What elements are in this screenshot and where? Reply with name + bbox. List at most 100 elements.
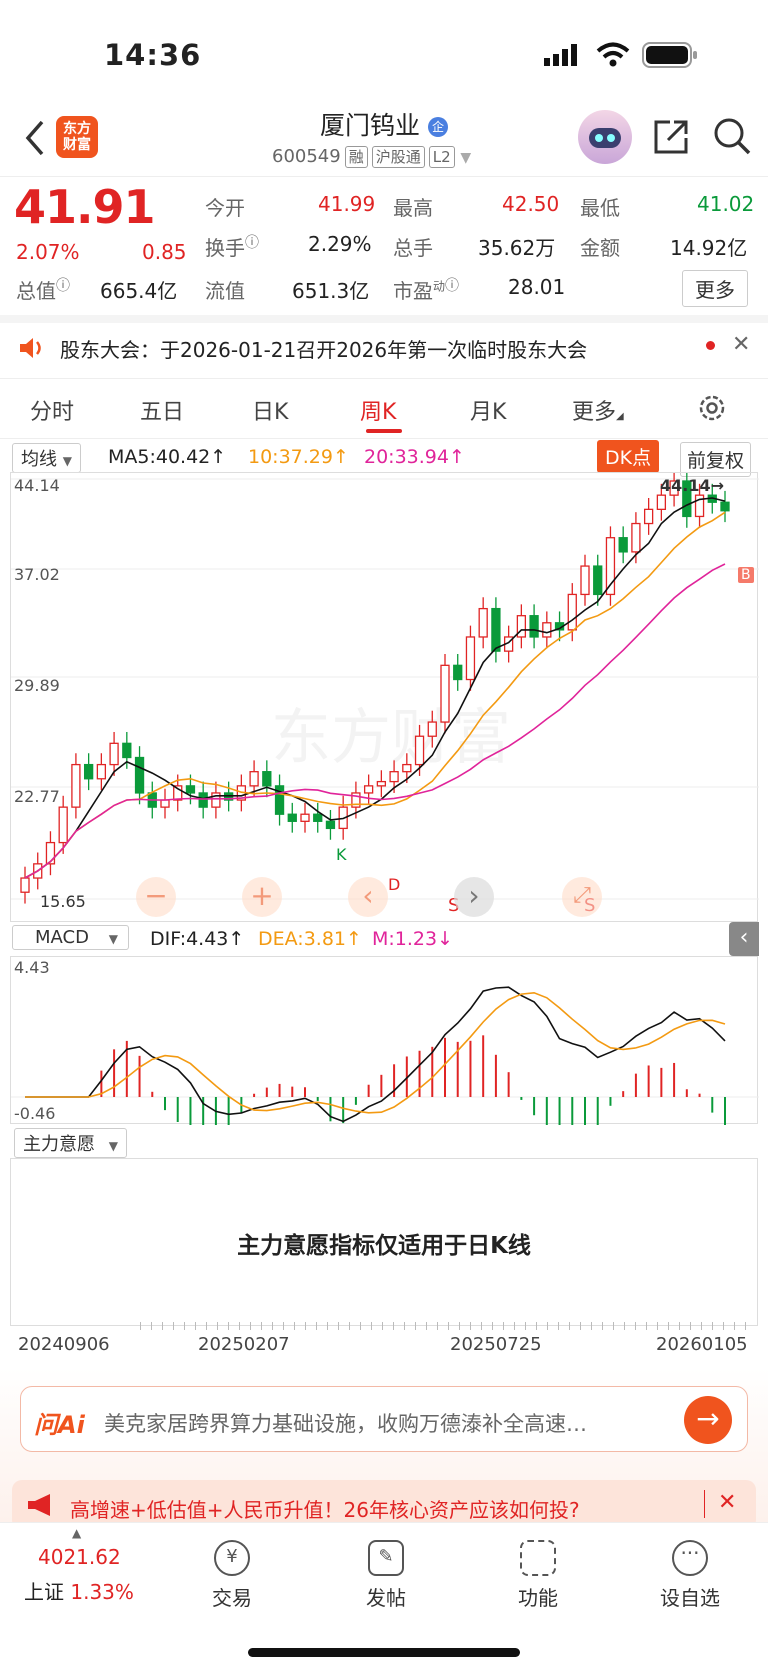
y-tick-1: 44.14	[14, 476, 60, 495]
search-icon[interactable]	[712, 116, 752, 156]
speaker-icon	[18, 336, 44, 360]
tab-more[interactable]: 更多◢	[572, 394, 624, 426]
nav-watchlist[interactable]: ··· 设自选	[640, 1540, 740, 1611]
home-indicator	[248, 1648, 520, 1657]
dea-value: DEA:3.81↑	[258, 928, 362, 950]
ma5-line	[24, 497, 726, 879]
banner-close-icon[interactable]: ✕	[718, 1490, 736, 1515]
collapse-panel-icon[interactable]: ‹	[729, 922, 759, 956]
candle-body	[402, 763, 412, 773]
tab-rik[interactable]: 日K	[252, 394, 288, 426]
candle-body	[643, 508, 654, 525]
info-icon: ⓘ	[445, 278, 460, 294]
low-value: 41.02	[697, 192, 755, 216]
megaphone-icon	[26, 1492, 54, 1518]
max-label: 44.14→	[660, 476, 725, 495]
more-dots-icon: ···	[672, 1540, 708, 1576]
tab-zhouk[interactable]: 周K	[360, 394, 396, 426]
candle-body	[71, 763, 81, 808]
tab-wuri[interactable]: 五日	[140, 394, 184, 426]
float-label: 流值	[205, 279, 245, 303]
enterprise-badge-icon: 企	[427, 117, 448, 137]
ai-logo: 问Ai	[34, 1411, 85, 1439]
share-icon[interactable]	[652, 118, 690, 156]
candle-body	[83, 763, 94, 780]
info-icon: ⓘ	[56, 278, 70, 294]
ma20-value: 20:33.94↑	[364, 446, 465, 468]
index-row[interactable]: 上证 1.33%	[24, 1576, 134, 1605]
candle-body	[414, 735, 425, 766]
macd-top-label: 4.43	[14, 958, 50, 977]
pe-value: 28.01	[508, 275, 566, 299]
dk-point-button[interactable]: DK点	[597, 440, 660, 473]
trade-icon: ¥	[214, 1540, 250, 1576]
scroll-left-icon[interactable]: ‹	[348, 877, 388, 917]
b-marker: B	[738, 567, 754, 583]
float-value: 651.3亿	[292, 279, 370, 303]
kline-chart[interactable]: 东方财富	[10, 469, 759, 922]
mktcap-value: 665.4亿	[100, 279, 178, 303]
macd-selector[interactable]: MACD ▼	[12, 925, 129, 950]
zoom-in-icon[interactable]: +	[242, 877, 282, 917]
scroll-right-icon[interactable]: ›	[454, 877, 494, 917]
chevron-down-icon: ▼	[460, 150, 472, 166]
pe-label: 市盈动ⓘ	[393, 278, 460, 303]
candle-body	[656, 494, 667, 510]
candle-body	[185, 785, 196, 794]
stock-code: 600549 融沪股通 L2 ▼	[272, 146, 472, 168]
candle-body	[198, 792, 208, 808]
change-abs: 0.85	[142, 240, 187, 264]
ma-selector[interactable]: 均线 ▼	[12, 443, 81, 473]
candle-body	[593, 565, 603, 596]
current-price: 41.91	[14, 180, 156, 234]
date-2: 20250207	[198, 1334, 290, 1355]
battery-icon	[642, 42, 698, 68]
index-up-caret: ▲	[72, 1526, 82, 1540]
candle-body	[465, 636, 476, 681]
volume-value: 35.62万	[478, 236, 556, 260]
candle-body	[631, 522, 641, 553]
y-tick-2: 37.02	[14, 565, 60, 584]
more-button[interactable]: 更多	[682, 270, 748, 307]
turnover-label: 换手ⓘ	[205, 235, 259, 260]
macd-chart[interactable]	[10, 956, 759, 1159]
y-tick-4: 22.77	[14, 787, 60, 806]
zlyy-message: 主力意愿指标仅适用于日K线	[237, 1233, 531, 1259]
y-tick-3: 29.89	[14, 676, 60, 695]
candle-body	[300, 813, 310, 822]
tab-fenshi[interactable]: 分时	[30, 394, 74, 426]
amount-label: 金额	[580, 236, 620, 260]
date-1: 20240906	[18, 1334, 110, 1355]
date-ticks	[140, 1322, 750, 1330]
zoom-out-icon[interactable]: −	[136, 877, 176, 917]
candle-body	[20, 877, 30, 893]
low-label: 最低	[580, 196, 620, 220]
settings-gear-icon[interactable]	[696, 392, 728, 424]
close-icon[interactable]: ✕	[732, 332, 750, 357]
dif-value: DIF:4.43↑	[150, 928, 245, 950]
nav-trade[interactable]: ¥ 交易	[182, 1540, 282, 1611]
candle-body	[58, 806, 68, 844]
status-time: 14:36	[104, 38, 202, 72]
dif-line	[25, 986, 726, 1123]
fullscreen-icon[interactable]: ⤢	[562, 877, 602, 917]
tab-yuek[interactable]: 月K	[470, 394, 506, 426]
open-label: 今开	[205, 196, 245, 220]
open-value: 41.99	[318, 192, 376, 216]
candle-body	[96, 763, 107, 780]
robot-avatar-icon[interactable]	[578, 110, 632, 164]
min-label: 15.65	[40, 892, 86, 911]
nav-post[interactable]: ✎ 发帖	[336, 1540, 436, 1611]
volume-label: 总手	[393, 236, 433, 260]
candle-body	[529, 615, 539, 638]
macd-svg	[11, 986, 759, 1159]
ai-prompt-text: 美克家居跨界算力基础设施，收购万德溙补全高速…	[104, 1412, 587, 1436]
ma5-value: MA5:40.42↑	[108, 446, 227, 468]
notice-text[interactable]: 股东大会：于2026-01-21召开2026年第一次临时股东大会	[60, 334, 587, 363]
ai-send-icon[interactable]: →	[684, 1396, 732, 1444]
index-value[interactable]: 4021.62	[38, 1545, 121, 1569]
dea-line	[25, 991, 726, 1114]
ma10-line	[24, 511, 726, 879]
nav-functions[interactable]: 功能	[488, 1540, 588, 1611]
zlyy-selector[interactable]: 主力意愿 ▼	[14, 1128, 127, 1158]
